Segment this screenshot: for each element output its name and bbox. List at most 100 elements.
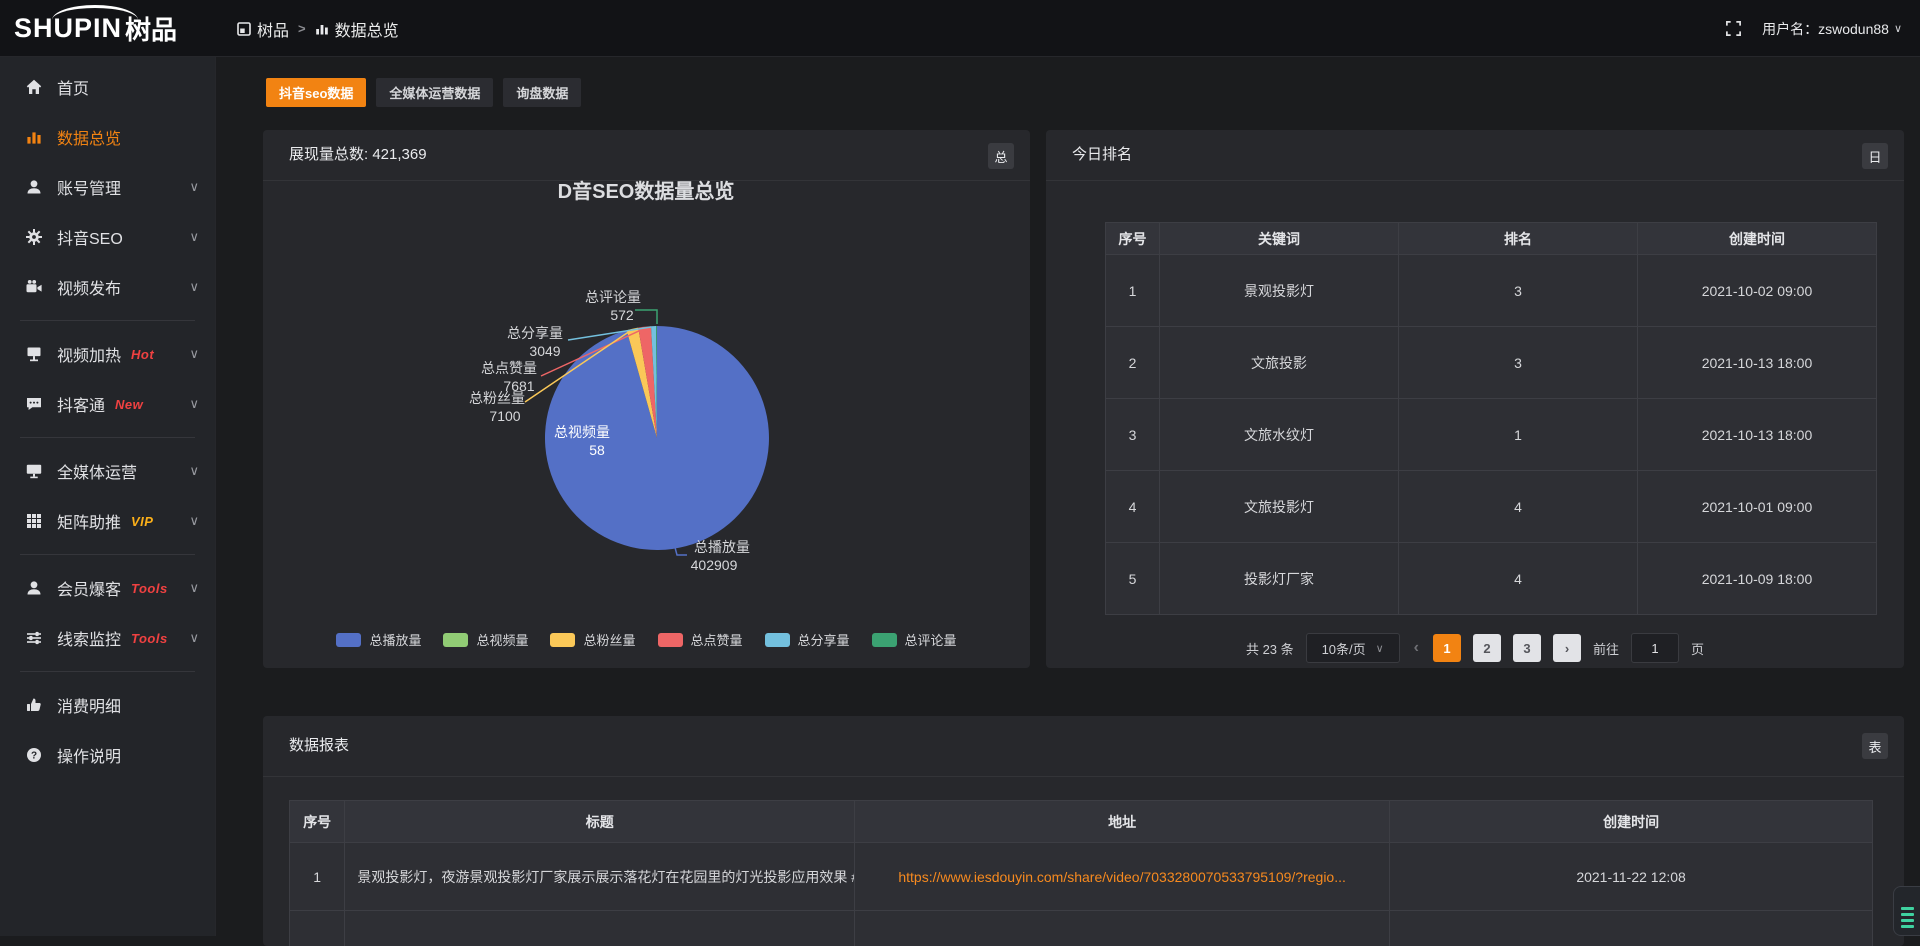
fullscreen-icon[interactable] [1725, 20, 1742, 37]
daily-view-button[interactable]: 日 [1862, 143, 1888, 169]
legend-swatch [443, 633, 468, 647]
sidebar: 首页 数据总览 账号管理 ∨ 抖音SEO ∨ 视频发布 ∨ 视频加热 Hot ∨… [0, 57, 216, 936]
cell-created [1390, 911, 1873, 946]
sidebar-item-label: 矩阵助推 [57, 509, 121, 533]
sidebar-item-video-heating[interactable]: 视频加热 Hot ∨ [0, 329, 215, 379]
page-size-select[interactable]: 10条/页 ∨ [1306, 633, 1400, 663]
data-report-card: 数据报表 表 序号 标题 地址 创建时间 1 景观投影灯，夜游景观投影灯厂家展示… [263, 716, 1904, 946]
total-view-button[interactable]: 总 [988, 143, 1014, 169]
sidebar-item-member-baoke[interactable]: 会员爆客 Tools ∨ [0, 563, 215, 613]
today-ranking-card: 今日排名 日 序号 关键词 排名 创建时间 1 景观投影灯 3 2021-10-… [1046, 130, 1904, 668]
prev-page-button[interactable]: ‹ [1412, 639, 1421, 657]
cell-created: 2021-10-09 18:00 [1637, 543, 1876, 615]
tab-inquiry-data[interactable]: 询盘数据 [503, 78, 581, 107]
table-row: 1 景观投影灯，夜游景观投影灯厂家展示展示落花灯在花园里的灯光投影应用效果 # … [290, 843, 1873, 911]
sidebar-item-douyin-seo[interactable]: 抖音SEO ∨ [0, 212, 215, 262]
next-page-button[interactable]: › [1553, 634, 1581, 662]
chevron-down-icon: ∨ [189, 346, 199, 362]
breadcrumb-current[interactable]: 数据总览 [315, 17, 399, 41]
sidebar-divider [20, 671, 195, 672]
sidebar-item-label: 操作说明 [57, 743, 121, 767]
legend-swatch [336, 633, 361, 647]
sidebar-item-label: 抖音SEO [57, 225, 123, 249]
ranking-table: 序号 关键词 排名 创建时间 1 景观投影灯 3 2021-10-02 09:0… [1105, 222, 1877, 615]
sidebar-item-lead-monitoring[interactable]: 线索监控 Tools ∨ [0, 613, 215, 663]
cell-created: 2021-10-02 09:00 [1637, 255, 1876, 327]
chevron-down-icon: ∨ [1376, 642, 1384, 655]
chart-legend: 总播放量 总视频量 总粉丝量 总点赞量 总分享量 总评论量 [263, 630, 1030, 649]
legend-swatch [550, 633, 575, 647]
user-area: 用户名：zswodun88 ∨ [1725, 0, 1902, 57]
table-row-partial [290, 911, 1873, 946]
comments-label-line [635, 310, 657, 324]
cell-created: 2021-11-22 12:08 [1390, 843, 1873, 911]
legend-item-videos[interactable]: 总视频量 [443, 630, 528, 649]
sidebar-item-label: 会员爆客 [57, 576, 121, 600]
sidebar-item-matrix-boost[interactable]: 矩阵助推 VIP ∨ [0, 496, 215, 546]
chevron-down-icon: ∨ [189, 463, 199, 479]
sidebar-divider [20, 320, 195, 321]
cell-no: 1 [290, 843, 345, 911]
cell-keyword: 景观投影灯 [1159, 255, 1398, 327]
chevron-down-icon: ∨ [189, 396, 199, 412]
shares-label: 总分享量 [507, 325, 563, 341]
plays-value: 402909 [691, 557, 738, 573]
legend-item-likes[interactable]: 总点赞量 [658, 630, 743, 649]
user-menu[interactable]: 用户名：zswodun88 ∨ [1762, 19, 1902, 39]
col-header-rank: 排名 [1398, 223, 1637, 255]
legend-item-fans[interactable]: 总粉丝量 [550, 630, 635, 649]
vip-badge: VIP [131, 514, 153, 529]
sidebar-item-video-publish[interactable]: 视频发布 ∨ [0, 262, 215, 312]
app-window-icon [237, 22, 251, 36]
cell-keyword: 文旅投影灯 [1159, 471, 1398, 543]
video-link[interactable]: https://www.iesdouyin.com/share/video/70… [898, 869, 1346, 885]
legend-label: 总视频量 [476, 630, 528, 649]
page-button-3[interactable]: 3 [1513, 634, 1541, 662]
dashboard-page: { "colors": { "accent": "#f28312", "link… [0, 0, 1920, 936]
floating-widget[interactable] [1893, 886, 1920, 936]
comments-value: 572 [610, 307, 634, 323]
sidebar-item-account-management[interactable]: 账号管理 ∨ [0, 162, 215, 212]
cell-keyword: 文旅投影 [1159, 327, 1398, 399]
page-button-2[interactable]: 2 [1473, 634, 1501, 662]
sidebar-divider [20, 554, 195, 555]
sidebar-item-doketong[interactable]: 抖客通 New ∨ [0, 379, 215, 429]
chevron-down-icon: ∨ [189, 279, 199, 295]
legend-swatch [658, 633, 683, 647]
sidebar-item-home[interactable]: 首页 [0, 62, 215, 112]
legend-item-shares[interactable]: 总分享量 [765, 630, 850, 649]
sidebar-item-instructions[interactable]: ? 操作说明 [0, 730, 215, 780]
table-view-button[interactable]: 表 [1862, 733, 1888, 759]
breadcrumb-root[interactable]: 树品 [237, 17, 289, 41]
breadcrumb: 树品 > 数据总览 [237, 0, 399, 57]
cell-title: 景观投影灯，夜游景观投影灯厂家展示展示落花灯在花园里的灯光投影应用效果 # [345, 843, 855, 911]
user-icon [25, 178, 43, 196]
legend-label: 总分享量 [798, 630, 850, 649]
legend-label: 总点赞量 [691, 630, 743, 649]
grid-icon [25, 512, 43, 530]
chevron-down-icon: ∨ [189, 513, 199, 529]
goto-unit-label: 页 [1691, 639, 1704, 658]
data-type-tabs: 抖音seo数据 全媒体运营数据 询盘数据 [266, 78, 581, 107]
sidebar-item-data-overview[interactable]: 数据总览 [0, 112, 215, 162]
seo-pie-chart: D音SEO数据量总览 总评论量 572 总分享量 3049 总点赞量 7681 … [263, 170, 1030, 635]
breadcrumb-root-label: 树品 [257, 17, 289, 41]
hot-badge: Hot [131, 347, 154, 362]
logo-arc-decoration [52, 5, 138, 20]
cell-rank: 4 [1398, 543, 1637, 615]
tab-omnimedia-data[interactable]: 全媒体运营数据 [376, 78, 493, 107]
app-logo[interactable]: SHUPIN 树品 [14, 0, 216, 57]
tab-douyin-seo-data[interactable]: 抖音seo数据 [266, 78, 366, 107]
tab-label: 抖音seo数据 [279, 83, 353, 102]
page-button-1[interactable]: 1 [1433, 634, 1461, 662]
breadcrumb-separator: > [298, 21, 306, 36]
sidebar-item-consumption-details[interactable]: 消费明细 [0, 680, 215, 730]
sidebar-item-label: 消费明细 [57, 693, 121, 717]
bar-chart-icon [315, 22, 329, 36]
col-header-created: 创建时间 [1637, 223, 1876, 255]
goto-page-input[interactable] [1631, 633, 1679, 663]
legend-item-plays[interactable]: 总播放量 [336, 630, 421, 649]
legend-item-comments[interactable]: 总评论量 [872, 630, 957, 649]
cell-url [855, 911, 1390, 946]
sidebar-item-omnimedia-operation[interactable]: 全媒体运营 ∨ [0, 446, 215, 496]
